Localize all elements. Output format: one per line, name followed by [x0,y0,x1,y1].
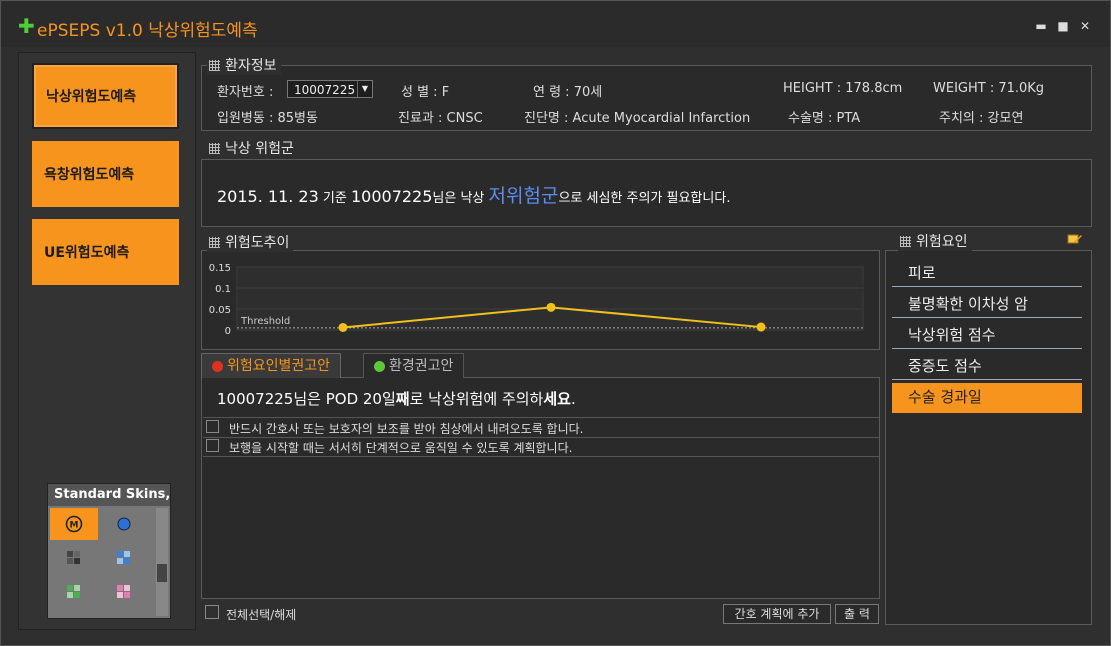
nav-pressure-ulcer-button[interactable]: 욕창위험도예측 [32,141,179,207]
patient-dept: 진료과 : CNSC [398,111,483,126]
skin-pink-icon[interactable] [100,576,148,608]
patient-surgery: 수술명 : PTA [788,111,861,126]
patient-id-label: 환자번호 : [217,85,274,100]
recommend-item[interactable]: 보행을 시작할 때는 서서히 단계적으로 움직일 수 있도록 계획합니다. [203,437,879,457]
add-to-nursing-plan-button[interactable]: 간호 계획에 추가 [723,604,831,624]
risk-factor-item[interactable]: 중증도 점수 [892,352,1082,380]
skin-dark-icon[interactable] [50,542,98,574]
recommend-item[interactable]: 반드시 간호사 또는 보호자의 보조를 받아 침상에서 내려오도록 합니다. [203,417,879,438]
patient-doctor: 주치의 : 강모연 [939,111,1024,126]
nav-fall-risk-button[interactable]: 낙상위험도예측 [32,63,179,129]
skin-lightblue-icon[interactable] [100,542,148,574]
red-dot-icon [212,360,223,372]
checkbox[interactable] [206,439,219,452]
patient-sex: 성 별 : F [401,85,450,100]
risk-group-level: 저위험군 [488,185,559,207]
title-bar: ✚ ePSEPS v1.0 낙상위험도예측 ▬ ■ ✕ [1,1,1110,47]
select-all-label: 전체선택/해제 [226,608,297,622]
data-point [756,322,766,332]
skin-scrollbar[interactable] [156,508,168,616]
skin-green-icon[interactable] [50,576,98,608]
data-point [546,302,556,312]
risk-group-title: 낙상 위험군 [207,138,298,158]
patient-info-title: 환자정보 [207,55,281,75]
patient-age: 연 령 : 70세 [533,85,603,100]
patient-height: HEIGHT : 178.8cm [783,81,903,96]
minimize-button[interactable]: ▬ [1033,19,1049,33]
app-window: ✚ ePSEPS v1.0 낙상위험도예측 ▬ ■ ✕ 낙상위험도예측 욕창위험… [0,0,1111,646]
risk-factor-item[interactable]: 불명확한 이차성 암 [892,290,1082,318]
grid-icon [209,59,220,71]
risk-factors-title: 위험요인 [898,231,972,251]
patient-id-value: 10007225 [294,83,356,97]
print-button[interactable]: 출 력 [835,604,879,624]
svg-text:M: M [70,521,79,531]
grid-icon [900,235,911,247]
edit-icon[interactable] [1067,232,1083,246]
risk-factor-item[interactable]: 낙상위험 점수 [892,321,1082,349]
risk-factor-item[interactable]: 피로 [892,259,1082,287]
nav-ue-risk-button[interactable]: UE위험도예측 [32,219,179,285]
skin-office-icon[interactable]: M [50,508,98,540]
patient-ward: 입원병동 : 85병동 [217,111,318,126]
data-point [338,322,348,332]
tab-environment-recommend[interactable]: 환경권고안 [363,353,465,378]
risk-factor-item-selected[interactable]: 수술 경과일 [892,383,1082,413]
patient-id-dropdown[interactable]: 10007225 ▼ [287,80,373,98]
patient-diagnosis: 진단명 : Acute Myocardial Infarction [524,111,751,126]
trend-title: 위험도추이 [207,232,294,252]
plot-area [236,266,864,331]
app-title: ePSEPS v1.0 낙상위험도예측 [37,21,258,41]
skin-selector-title: Standard Skins, [48,484,170,506]
chevron-down-icon[interactable]: ▼ [357,81,372,97]
y-tick-label: 0.05 [209,305,231,316]
select-all-checkbox[interactable] [205,605,219,619]
green-dot-icon [374,360,385,372]
y-tick-label: 0 [225,326,231,337]
grid-icon [209,142,220,154]
recommend-section [201,377,880,599]
close-button[interactable]: ✕ [1077,19,1093,33]
skin-selector: Standard Skins, M [47,483,171,619]
y-tick-label: 0.15 [209,263,231,274]
patient-weight: WEIGHT : 71.0Kg [933,81,1045,96]
risk-trend-chart: 0.15 0.1 0.05 0 Threshold [209,263,864,337]
maximize-button[interactable]: ■ [1055,19,1071,33]
app-logo-icon: ✚ [18,14,35,38]
skin-blue-icon[interactable] [100,508,148,540]
risk-group-message: 2015. 11. 23 기준 10007225님은 낙상 저위험군으로 세심한… [217,185,731,207]
tab-risk-factor-recommend[interactable]: 위험요인별권고안 [201,353,342,378]
grid-icon [209,236,220,248]
recommend-headline: 10007225님은 POD 20일째로 낙상위험에 주의하세요. [217,390,576,408]
checkbox[interactable] [206,420,219,433]
y-tick-label: 0.1 [215,284,231,295]
threshold-label: Threshold [240,316,290,327]
